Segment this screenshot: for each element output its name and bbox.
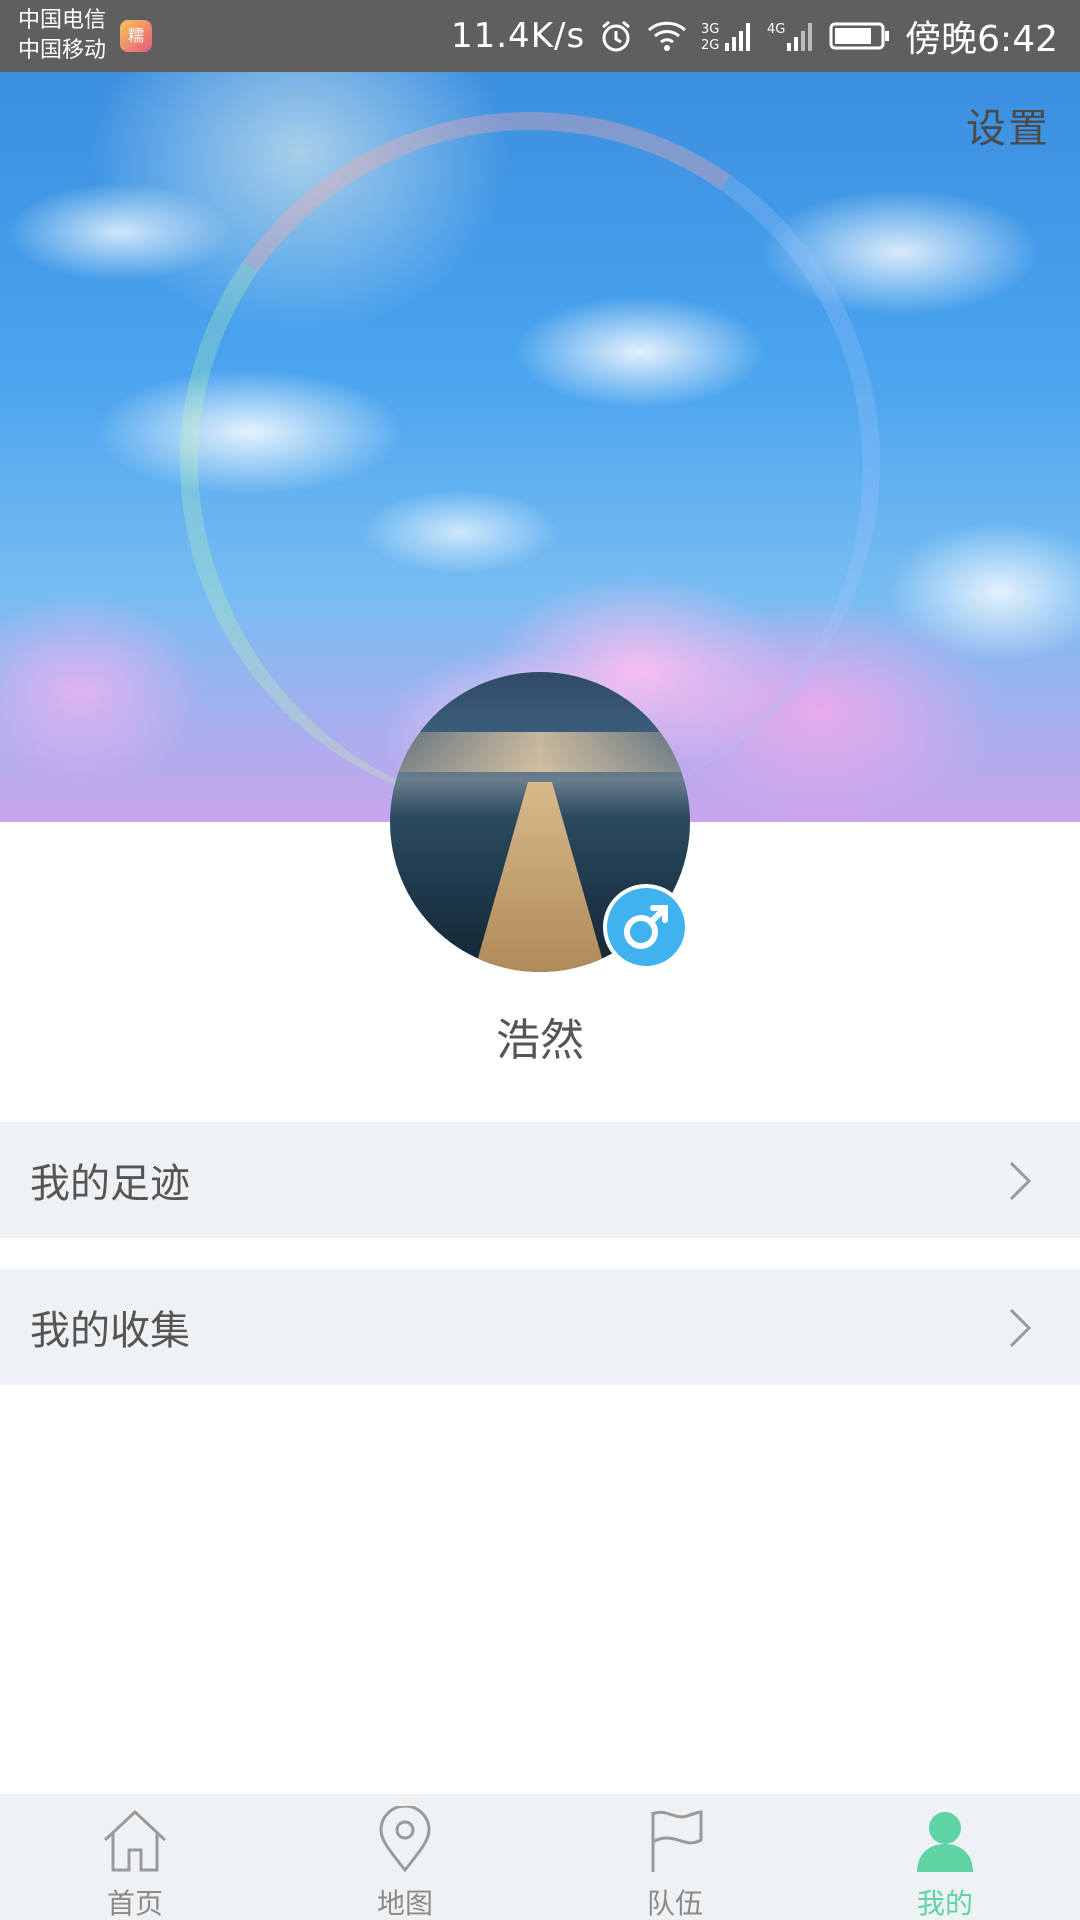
tab-team[interactable]: 队伍 <box>540 1794 810 1920</box>
tab-home[interactable]: 首页 <box>0 1794 270 1920</box>
menu-item-footprints[interactable]: 我的足迹 <box>0 1122 1080 1238</box>
carrier-2: 中国移动 <box>18 38 107 63</box>
home-icon <box>99 1806 171 1880</box>
app-notification-icon: 糯 <box>120 20 152 52</box>
tab-me[interactable]: 我的 <box>810 1794 1080 1920</box>
username: 浩然 <box>496 1015 584 1066</box>
network-speed: 11.4K/s <box>450 16 586 56</box>
tab-label: 首页 <box>106 1887 163 1920</box>
carrier-labels: 中国电信 中国移动 <box>18 6 106 66</box>
tab-map[interactable]: 地图 <box>270 1794 540 1920</box>
signal-4g-icon: 4G <box>767 19 815 53</box>
tab-label: 队伍 <box>646 1887 703 1920</box>
bottom-tab-bar: 首页 地图 队伍 我的 <box>0 1794 1080 1920</box>
svg-text:3G: 3G <box>701 22 719 37</box>
settings-button[interactable]: 设置 <box>966 96 1050 154</box>
chevron-right-icon <box>1008 1307 1032 1353</box>
profile-screen: 中国电信 中国移动 糯 11.4K/s 3G 2G 4G 傍晚6:42 设置 浩… <box>0 0 1080 1920</box>
svg-text:4G: 4G <box>767 22 785 37</box>
carrier-1: 中国电信 <box>18 8 107 33</box>
male-icon <box>603 884 689 970</box>
menu-item-label: 我的足迹 <box>30 1161 190 1207</box>
wifi-icon <box>647 20 687 52</box>
chevron-right-icon <box>1008 1160 1032 1206</box>
status-right: 11.4K/s 3G 2G 4G 傍晚6:42 <box>451 0 1058 72</box>
menu-item-label: 我的收集 <box>30 1308 190 1354</box>
user-icon <box>909 1806 981 1880</box>
menu-item-collection[interactable]: 我的收集 <box>0 1269 1080 1385</box>
avatar-sunset-glow <box>390 732 690 772</box>
signal-3g-icon: 3G 2G <box>701 19 753 53</box>
map-pin-icon <box>369 1804 441 1880</box>
flag-icon <box>639 1806 711 1880</box>
alarm-icon <box>599 19 633 53</box>
battery-icon <box>829 21 891 51</box>
tab-label: 地图 <box>376 1887 433 1920</box>
tab-label: 我的 <box>916 1887 973 1920</box>
status-bar: 中国电信 中国移动 糯 11.4K/s 3G 2G 4G 傍晚6:42 <box>0 0 1080 72</box>
svg-text:2G: 2G <box>701 38 719 53</box>
clock: 傍晚6:42 <box>905 19 1058 60</box>
